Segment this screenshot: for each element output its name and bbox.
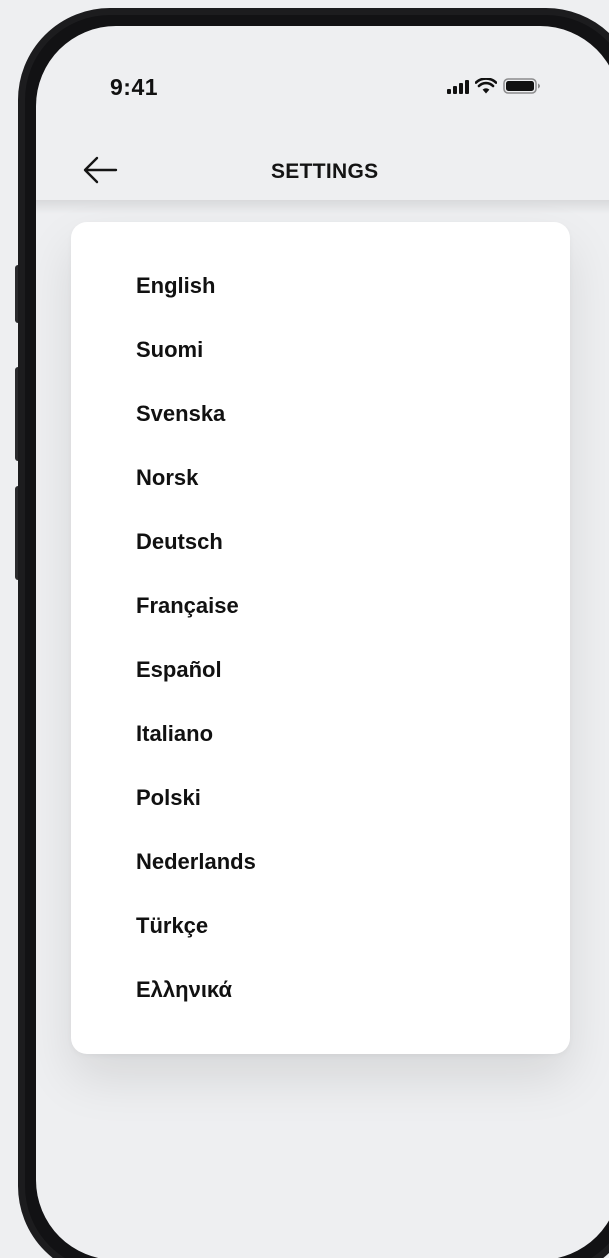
stage: 9:41 SETTINGS English Suomi Svenska Nors… — [0, 0, 609, 1258]
wifi-icon — [475, 78, 497, 94]
language-option[interactable]: Italiano — [136, 716, 256, 780]
status-icons — [447, 78, 541, 94]
language-option[interactable]: Türkçe — [136, 908, 256, 972]
battery-icon — [503, 78, 540, 94]
language-option[interactable]: Nederlands — [136, 844, 256, 908]
header-bar: SETTINGS — [36, 126, 609, 206]
phone-screen: 9:41 SETTINGS English Suomi Svenska Nors… — [36, 26, 609, 1258]
language-list: English Suomi Svenska Norsk Deutsch Française… — [136, 268, 256, 1036]
phone-frame: 9:41 SETTINGS English Suomi Svenska Nors… — [18, 8, 609, 1258]
language-option[interactable]: Deutsch — [136, 524, 256, 588]
language-option[interactable]: English — [136, 268, 256, 332]
language-option[interactable]: Svenska — [136, 396, 256, 460]
language-option[interactable]: Ελληνικά — [136, 972, 256, 1036]
signal-icon — [447, 80, 469, 94]
language-option[interactable]: Suomi — [136, 332, 256, 396]
language-option[interactable]: Française — [136, 588, 256, 652]
language-option[interactable]: Norsk — [136, 460, 256, 524]
language-option[interactable]: Español — [136, 652, 256, 716]
language-card: English Suomi Svenska Norsk Deutsch Française… — [71, 222, 570, 1054]
language-option[interactable]: Polski — [136, 780, 256, 844]
status-bar: 9:41 — [36, 26, 609, 126]
status-time: 9:41 — [110, 74, 159, 100]
header-shadow — [36, 200, 609, 214]
page-title: SETTINGS — [271, 160, 379, 183]
arrow-left-icon[interactable] — [80, 150, 120, 190]
